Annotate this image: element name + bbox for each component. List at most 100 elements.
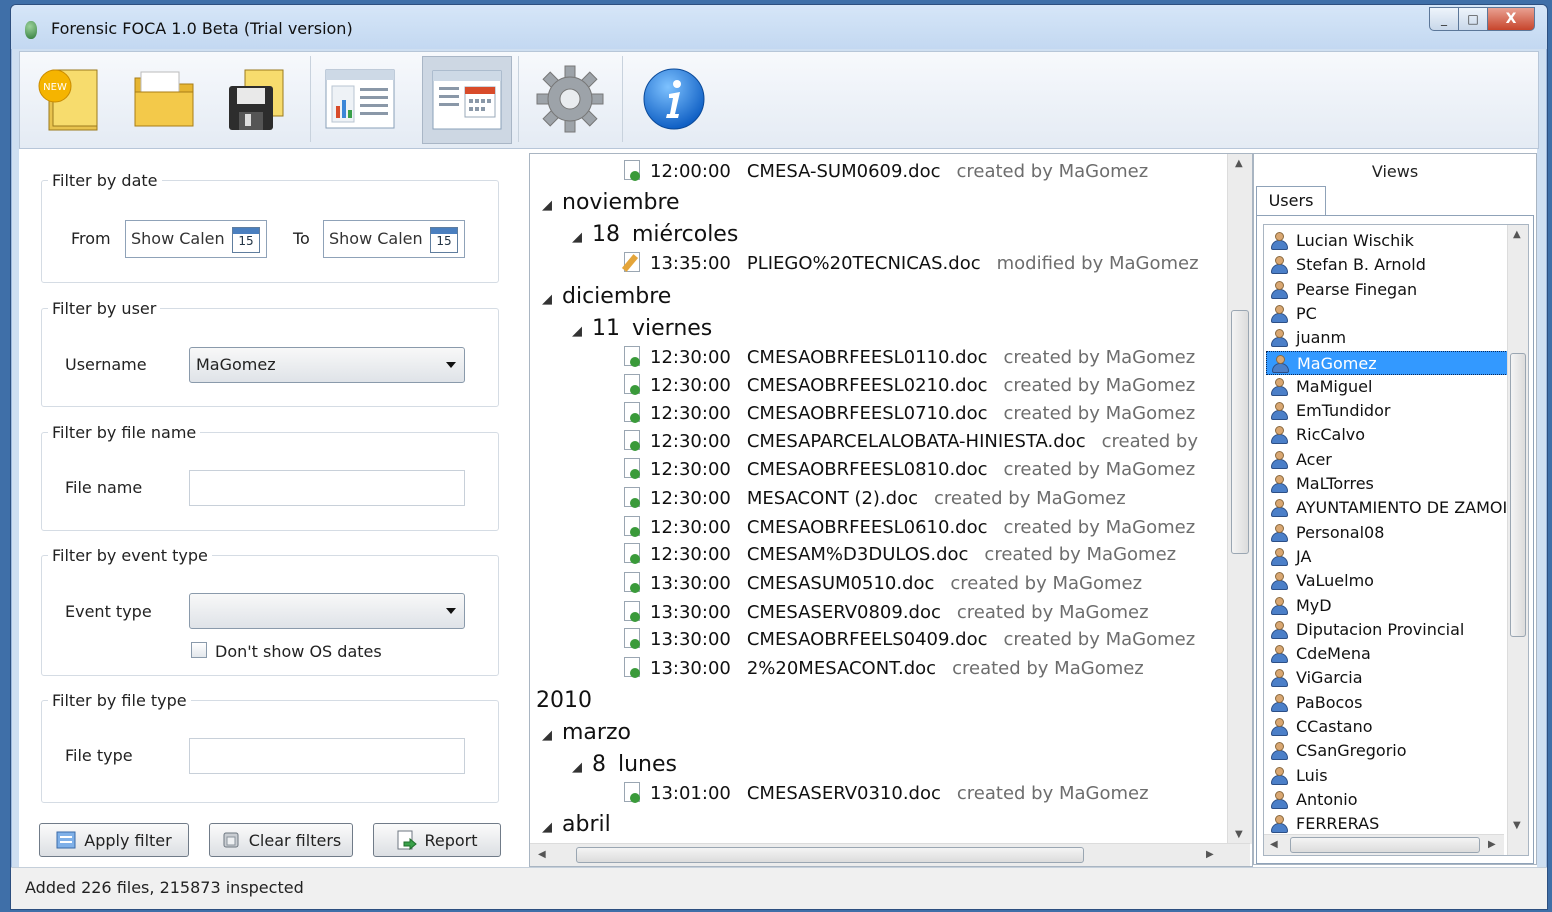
event-type-combobox[interactable] [189, 593, 465, 629]
event-time: 13:01:00 [650, 783, 731, 804]
users-list[interactable]: Lucian Wischik Stefan B. Arnold Pearse Fin… [1263, 224, 1529, 856]
user-list-item[interactable]: MaLTorres [1266, 472, 1522, 496]
timeline-file-event[interactable]: 13:30:00 2%20MESACONT.doc created by MaGom… [624, 657, 1144, 679]
scroll-up-icon[interactable]: ▲ [1513, 229, 1521, 240]
close-button[interactable]: X [1487, 7, 1535, 31]
timeline-view-button[interactable] [422, 56, 512, 144]
user-list-item[interactable]: PaBocos [1266, 691, 1522, 715]
timeline-month-node[interactable]: ◢ noviembre [542, 190, 680, 215]
scroll-down-icon[interactable]: ▼ [1513, 820, 1521, 831]
timeline-file-event[interactable]: 12:30:00 CMESAOBRFEESL0110.doc created by … [624, 346, 1195, 368]
to-date-picker[interactable]: Show Calen 15 [323, 220, 465, 258]
user-list-item[interactable]: Pearse Finegan [1266, 278, 1522, 302]
timeline-file-event[interactable]: 12:00:00 CMESA-SUM0609.doc created by MaGo… [624, 160, 1148, 182]
timeline-vertical-scrollbar[interactable]: ▲ ▼ [1227, 154, 1252, 844]
timeline-horizontal-scrollbar[interactable]: ◀ ▶ [530, 843, 1250, 866]
user-list-item[interactable]: Diputacion Provincial [1266, 618, 1522, 642]
timeline-file-event[interactable]: 13:30:00 CMESASUM0510.doc created by MaGom… [624, 572, 1142, 594]
timeline-file-event[interactable]: 12:30:00 CMESAOBRFEESL0810.doc created by … [624, 458, 1195, 480]
scroll-up-icon[interactable]: ▲ [1235, 158, 1243, 169]
user-list-item[interactable]: PC [1266, 302, 1522, 326]
timeline-file-event[interactable]: 12:30:00 CMESAPARCELALOBATA-HINIESTA.doc c… [624, 430, 1198, 452]
metadata-view-button[interactable] [316, 56, 404, 142]
user-list-item[interactable]: Personal08 [1266, 521, 1522, 545]
users-horizontal-scroll-thumb[interactable] [1290, 837, 1480, 853]
user-list-item[interactable]: Acer [1266, 448, 1522, 472]
expand-triangle-icon[interactable]: ◢ [572, 230, 582, 245]
calendar-icon[interactable]: 15 [430, 227, 458, 253]
user-list-item[interactable]: juanm [1266, 326, 1522, 350]
timeline-horizontal-scroll-thumb[interactable] [576, 847, 1084, 863]
timeline-month-node[interactable]: ◢ marzo [542, 720, 631, 745]
dont-show-os-dates-label[interactable]: Don't show OS dates [215, 642, 382, 661]
user-list-item[interactable]: JA [1266, 545, 1522, 569]
timeline-file-event[interactable]: 13:30:00 CMESAOBRFEELS0409.doc created by … [624, 628, 1195, 650]
users-horizontal-scrollbar[interactable]: ◀ ▶ [1264, 834, 1504, 855]
user-list-item[interactable]: MyD [1266, 594, 1522, 618]
timeline-file-event[interactable]: 12:30:00 CMESAOBRFEESL0710.doc created by … [624, 402, 1195, 424]
apply-filter-button[interactable]: Apply filter [39, 823, 189, 857]
user-list-item[interactable]: Luis [1266, 764, 1522, 788]
timeline-day-node[interactable]: ◢ 11 viernes [572, 316, 712, 341]
user-list-item[interactable]: Stefan B. Arnold [1266, 253, 1522, 277]
file-type-input[interactable] [189, 738, 465, 774]
dont-show-os-dates-checkbox[interactable] [191, 642, 207, 658]
user-list-item[interactable]: Lucian Wischik [1266, 229, 1522, 253]
new-project-button[interactable]: NEW [26, 56, 114, 142]
report-button[interactable]: Report [373, 823, 501, 857]
scroll-right-icon[interactable]: ▶ [1488, 839, 1496, 850]
timeline-file-event[interactable]: 12:30:00 CMESAOBRFEESL0610.doc created by … [624, 516, 1195, 538]
timeline-year-node[interactable]: 2010 [536, 688, 592, 713]
timeline-tree[interactable]: 12:00:00 CMESA-SUM0609.doc created by MaGo… [529, 153, 1253, 867]
user-list-item[interactable]: EmTundidor [1266, 399, 1522, 423]
expand-triangle-icon[interactable]: ◢ [542, 292, 552, 307]
expand-triangle-icon[interactable]: ◢ [572, 760, 582, 775]
user-list-item[interactable]: VaLuelmo [1266, 569, 1522, 593]
user-list-item[interactable]: RicCalvo [1266, 423, 1522, 447]
user-list-item[interactable]: MaGomez [1266, 350, 1522, 375]
users-vertical-scrollbar[interactable]: ▲ ▼ [1507, 225, 1528, 855]
user-list-item[interactable]: ViGarcia [1266, 666, 1522, 690]
timeline-file-event[interactable]: 12:30:00 CMESAM%D3DULOS.doc created by MaG… [624, 543, 1176, 565]
user-list-item[interactable]: AYUNTAMIENTO DE ZAMOI [1266, 496, 1522, 520]
scroll-left-icon[interactable]: ◀ [1270, 839, 1278, 850]
timeline-file-event[interactable]: 13:30:00 CMESASERV0809.doc created by MaGo… [624, 601, 1149, 623]
timeline-month-node[interactable]: ◢ diciembre [542, 284, 671, 309]
save-project-button[interactable] [214, 56, 302, 142]
minimize-button[interactable]: _ [1429, 7, 1459, 31]
user-list-item[interactable]: MaMiguel [1266, 375, 1522, 399]
timeline-file-event[interactable]: 12:30:00 CMESAOBRFEESL0210.doc created by … [624, 374, 1195, 396]
timeline-day-node[interactable]: ◢ 18 miércoles [572, 222, 738, 247]
about-button[interactable] [630, 56, 718, 142]
file-name-input[interactable] [189, 470, 465, 506]
event-file-name: CMESA-SUM0609.doc [746, 161, 941, 182]
calendar-icon[interactable]: 15 [232, 227, 260, 253]
clear-filters-button[interactable]: Clear filters [209, 823, 353, 857]
tab-users[interactable]: Users [1256, 186, 1326, 216]
users-vertical-scroll-thumb[interactable] [1510, 353, 1526, 637]
user-list-item[interactable]: CdeMena [1266, 642, 1522, 666]
timeline-file-event[interactable]: 13:01:00 CMESASERV0310.doc created by MaGo… [624, 782, 1149, 804]
scroll-left-icon[interactable]: ◀ [538, 849, 546, 860]
user-list-item[interactable]: Antonio [1266, 788, 1522, 812]
username-combobox[interactable]: MaGomez [189, 347, 465, 383]
expand-triangle-icon[interactable]: ◢ [542, 198, 552, 213]
from-date-picker[interactable]: Show Calen 15 [125, 220, 267, 258]
timeline-month-node[interactable]: ◢ abril [542, 812, 611, 837]
open-project-button[interactable] [120, 56, 208, 142]
title-bar[interactable]: Forensic FOCA 1.0 Beta (Trial version) _… [11, 5, 1547, 49]
scroll-right-icon[interactable]: ▶ [1206, 849, 1214, 860]
expand-triangle-icon[interactable]: ◢ [542, 728, 552, 743]
user-list-item[interactable]: FERRERAS [1266, 812, 1522, 836]
timeline-day-node[interactable]: ◢ 8 lunes [572, 752, 677, 777]
scroll-down-icon[interactable]: ▼ [1235, 829, 1243, 840]
user-list-item[interactable]: CSanGregorio [1266, 739, 1522, 763]
maximize-button[interactable]: □ [1458, 7, 1488, 31]
timeline-file-event[interactable]: 12:30:00 MESACONT (2).doc created by MaGom… [624, 487, 1126, 509]
timeline-file-event[interactable]: 13:35:00 PLIEGO%20TECNICAS.doc modified by… [621, 252, 1199, 274]
expand-triangle-icon[interactable]: ◢ [572, 324, 582, 339]
expand-triangle-icon[interactable]: ◢ [542, 820, 552, 835]
timeline-vertical-scroll-thumb[interactable] [1231, 310, 1249, 554]
options-button[interactable] [526, 56, 614, 142]
user-list-item[interactable]: CCastano [1266, 715, 1522, 739]
